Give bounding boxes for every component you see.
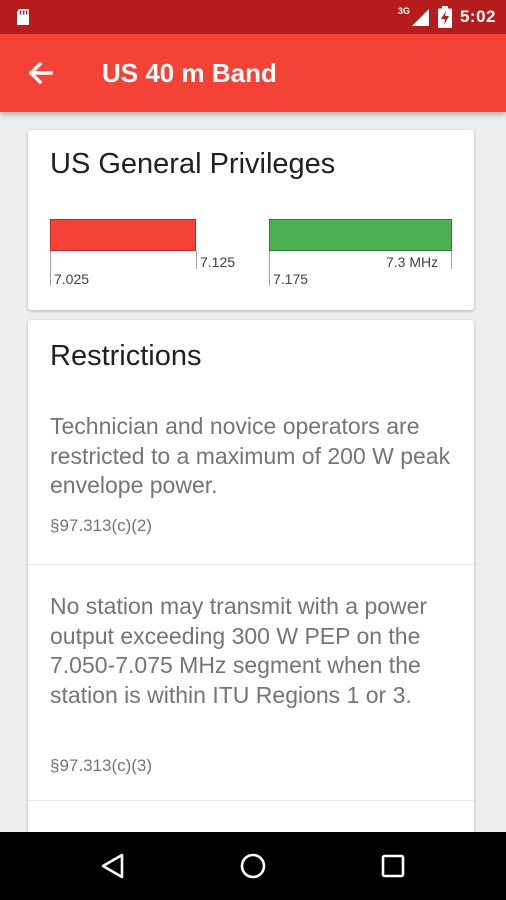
divider — [28, 564, 474, 565]
tick-mark — [451, 251, 452, 269]
clock: 5:02 — [459, 7, 496, 26]
privileges-card: US General Privileges 7.025 7.125 7.175 … — [28, 130, 474, 310]
band-end-label: 7.125 — [200, 254, 236, 270]
restriction-reference: §97.313(c)(2) — [50, 516, 153, 535]
restriction-text: No station may transmit with a power out… — [50, 593, 428, 708]
restrictions-card: Restrictions Technician and novice opera… — [28, 320, 474, 880]
app-bar: US 40 m Band — [0, 34, 506, 112]
nav-back-button[interactable] — [97, 850, 129, 882]
band-end-label: 7.3 MHz — [386, 254, 439, 270]
signal-icon — [411, 9, 429, 26]
band-segment-red[interactable] — [50, 219, 196, 251]
nav-home-button[interactable] — [237, 850, 269, 882]
tick-mark — [269, 251, 270, 286]
status-bar: 3G 5:02 — [0, 0, 506, 34]
page-title: US 40 m Band — [102, 58, 277, 88]
navigation-bar — [0, 832, 506, 900]
tick-mark — [196, 251, 197, 269]
privileges-title: US General Privileges — [50, 148, 336, 180]
sd-card-icon — [17, 9, 29, 25]
arrow-back-icon — [28, 61, 53, 85]
home-circle-icon — [240, 853, 266, 879]
battery-charging-icon — [437, 6, 452, 28]
network-type-label: 3G — [397, 6, 410, 16]
restriction-reference: §97.313(c)(3) — [50, 756, 153, 775]
back-triangle-icon — [101, 853, 124, 879]
divider — [28, 800, 474, 801]
band-segment-green[interactable] — [269, 219, 452, 251]
band-start-label: 7.175 — [273, 271, 309, 287]
band-start-label: 7.025 — [54, 271, 90, 287]
restrictions-title: Restrictions — [50, 340, 202, 372]
restriction-text: Technician and novice operators are rest… — [50, 413, 451, 498]
recents-square-icon — [381, 854, 405, 878]
tick-mark — [50, 251, 51, 286]
back-button[interactable] — [22, 55, 58, 91]
nav-recents-button[interactable] — [377, 850, 409, 882]
